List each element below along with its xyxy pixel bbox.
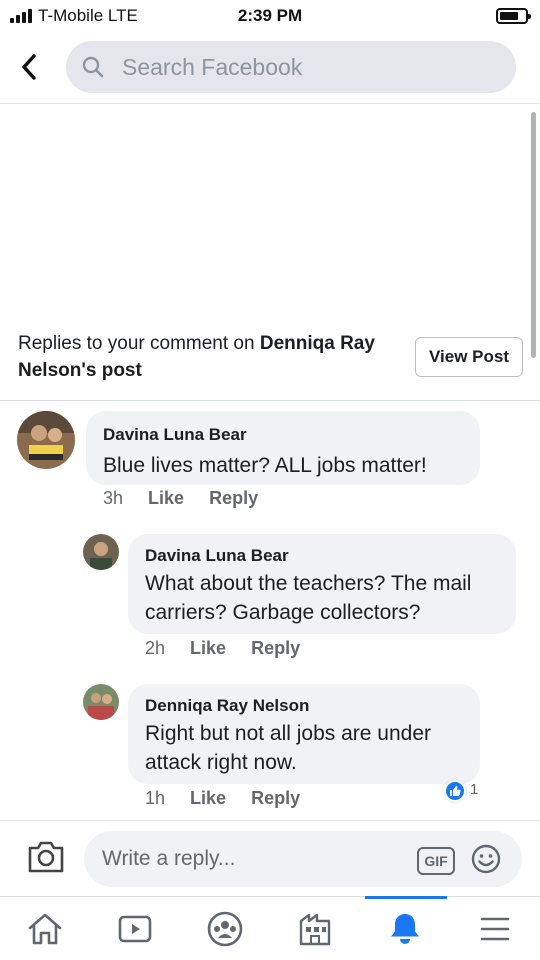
context-prefix: Replies to your comment on [18, 333, 260, 354]
status-bar: T-Mobile LTE 2:39 PM [0, 0, 540, 34]
comment-time: 2h [145, 638, 166, 658]
search-icon [82, 56, 104, 78]
like-reaction-icon [444, 780, 466, 802]
avatar[interactable] [83, 684, 119, 720]
replies-context-text: Replies to your comment on Denniqa Ray N… [18, 330, 408, 384]
reply-button[interactable]: Reply [209, 488, 258, 508]
notifications-icon [391, 914, 419, 944]
header-divider [0, 103, 540, 104]
nav-groups[interactable] [180, 897, 270, 960]
menu-icon [480, 917, 510, 941]
back-button[interactable] [14, 50, 44, 84]
comment-author[interactable]: Davina Luna Bear [145, 546, 289, 566]
nav-notifications[interactable] [360, 897, 450, 960]
comment-author[interactable]: Davina Luna Bear [103, 425, 247, 445]
reply-button[interactable]: Reply [251, 638, 300, 658]
gif-button[interactable]: GIF [417, 847, 455, 875]
comment-text: Right but not all jobs are under attack … [145, 722, 432, 774]
search-header [0, 34, 540, 100]
reaction-count: 1 [470, 781, 479, 798]
context-suffix: 's post [81, 360, 142, 381]
scrollbar[interactable] [531, 112, 536, 358]
status-time: 2:39 PM [237, 6, 303, 25]
home-icon [28, 913, 62, 945]
like-button[interactable]: Like [190, 638, 226, 658]
camera-button[interactable] [26, 839, 66, 875]
comment-text: What about the teachers? The mail carrie… [145, 572, 472, 624]
comment-meta: 2h Like Reply [145, 638, 300, 659]
nav-marketplace[interactable] [270, 897, 360, 960]
profile-photo-icon [83, 684, 119, 720]
chevron-left-icon [22, 54, 36, 80]
groups-icon [207, 911, 243, 947]
emoji-icon[interactable] [470, 843, 502, 875]
comment-time: 3h [103, 488, 124, 508]
battery-icon [496, 8, 531, 24]
comment-meta: 1h Like Reply [145, 788, 300, 809]
nav-watch[interactable] [90, 897, 180, 960]
comment-author[interactable]: Denniqa Ray Nelson [145, 696, 309, 716]
composer-divider [0, 820, 540, 821]
reply-button[interactable]: Reply [251, 788, 300, 808]
avatar[interactable] [17, 411, 75, 469]
marketplace-icon [299, 913, 331, 946]
comment-text: Blue lives matter? ALL jobs matter! [103, 454, 427, 477]
camera-icon [28, 841, 64, 873]
reply-input[interactable] [102, 831, 402, 887]
watch-icon [118, 915, 152, 943]
comment-meta: 3h Like Reply [103, 488, 258, 509]
search-box[interactable] [66, 41, 516, 93]
like-button[interactable]: Like [190, 788, 226, 808]
reaction-summary[interactable]: 1 [444, 780, 484, 802]
nav-home[interactable] [0, 897, 90, 960]
profile-photo-icon [17, 411, 75, 469]
like-button[interactable]: Like [148, 488, 184, 508]
bottom-nav [0, 896, 540, 960]
nav-menu[interactable] [450, 897, 540, 960]
view-post-button[interactable]: View Post [415, 337, 523, 377]
reply-box[interactable]: GIF [84, 831, 522, 887]
avatar[interactable] [83, 534, 119, 570]
search-input[interactable] [122, 41, 502, 93]
section-divider [0, 400, 540, 401]
comment-time: 1h [145, 788, 166, 808]
profile-photo-icon [83, 534, 119, 570]
